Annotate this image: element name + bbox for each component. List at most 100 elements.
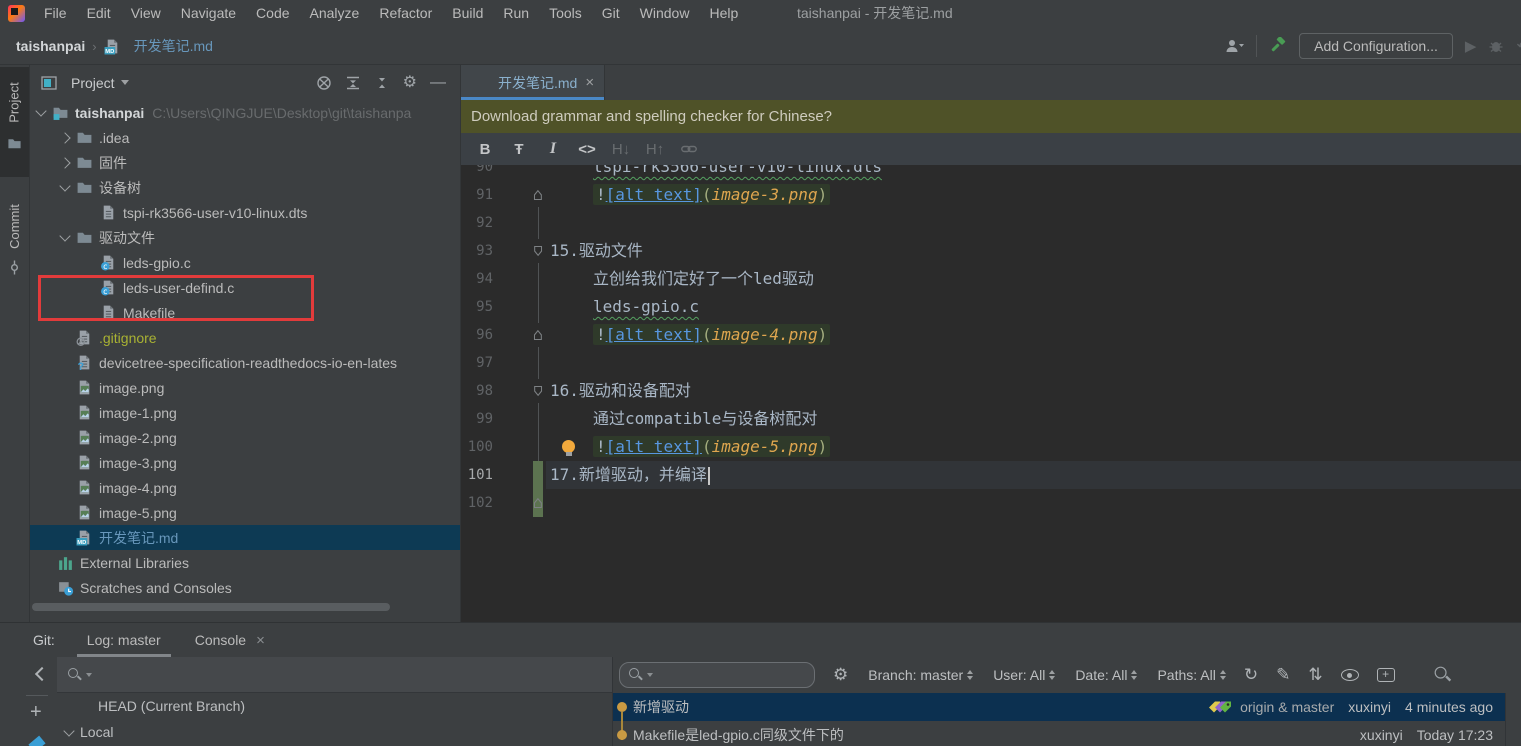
commit-search-field[interactable] bbox=[619, 662, 815, 688]
commit-row[interactable]: 新增驱动origin & masterxuxinyi4 minutes ago bbox=[613, 693, 1505, 721]
filter-user[interactable]: User: All bbox=[993, 667, 1055, 683]
filter-paths[interactable]: Paths: All bbox=[1157, 667, 1225, 683]
chevron-down-icon[interactable] bbox=[35, 105, 46, 116]
tree-item-External Libraries[interactable]: External Libraries bbox=[30, 550, 460, 575]
debug-icon[interactable] bbox=[1488, 38, 1504, 54]
tree-item-.idea[interactable]: .idea bbox=[30, 125, 460, 150]
hide-icon[interactable]: — bbox=[430, 75, 446, 91]
gear-icon[interactable]: ⚙ bbox=[833, 665, 848, 685]
menu-tools[interactable]: Tools bbox=[539, 0, 592, 27]
link-icon[interactable] bbox=[679, 141, 699, 158]
sort-icon[interactable]: ⇅ bbox=[1308, 665, 1322, 685]
strikethrough-icon[interactable]: Ŧ bbox=[509, 141, 529, 158]
markdown-link[interactable]: [alt text] bbox=[606, 325, 702, 344]
tree-item-leds-gpio.c[interactable]: cleds-gpio.c bbox=[30, 250, 460, 275]
tab-close-icon[interactable]: × bbox=[256, 632, 265, 649]
fold-marker-icon[interactable]: ⌂ bbox=[530, 379, 546, 403]
refresh-icon[interactable]: ↻ bbox=[1244, 665, 1258, 685]
expand-all-icon[interactable] bbox=[345, 75, 361, 91]
menu-git[interactable]: Git bbox=[592, 0, 630, 27]
code-text: 17.新增驱动，并编译 bbox=[550, 465, 707, 484]
commit-row[interactable]: Makefile是led-gpio.c同级文件下的xuxinyiToday 17… bbox=[613, 721, 1505, 746]
gear-icon[interactable]: ⚙ bbox=[403, 75, 417, 91]
vertical-scrollbar[interactable] bbox=[1505, 693, 1521, 746]
tree-item-image.png[interactable]: image.png bbox=[30, 375, 460, 400]
tree-item-Scratches and Consoles[interactable]: Scratches and Consoles bbox=[30, 575, 460, 600]
fold-marker-icon[interactable]: ⌂ bbox=[530, 183, 546, 207]
tree-item-固件[interactable]: 固件 bbox=[30, 150, 460, 175]
horizontal-scrollbar[interactable] bbox=[32, 603, 390, 611]
menu-window[interactable]: Window bbox=[630, 0, 700, 27]
chevron-down-icon[interactable] bbox=[63, 725, 74, 736]
tree-item-开发笔记.md[interactable]: MD开发笔记.md bbox=[30, 525, 460, 550]
tree-item-.gitignore[interactable]: .gitignore bbox=[30, 325, 460, 350]
run-icon[interactable]: ▶ bbox=[1465, 37, 1477, 55]
new-log-tab-icon[interactable]: + bbox=[1377, 668, 1395, 682]
tree-item-image-3.png[interactable]: image-3.png bbox=[30, 450, 460, 475]
fold-marker-icon[interactable]: ⌂ bbox=[530, 239, 546, 263]
build-hammer-icon[interactable] bbox=[1269, 37, 1287, 55]
search-icon[interactable] bbox=[1433, 665, 1452, 684]
intention-bulb-icon[interactable] bbox=[562, 440, 575, 453]
menu-view[interactable]: View bbox=[121, 0, 171, 27]
tree-item-tspi-rk3566-user-v10-linux.dts[interactable]: tspi-rk3566-user-v10-linux.dts bbox=[30, 200, 460, 225]
collapse-all-icon[interactable] bbox=[374, 75, 390, 91]
italic-icon[interactable]: I bbox=[543, 140, 563, 158]
menu-run[interactable]: Run bbox=[493, 0, 539, 27]
git-tab-log-master[interactable]: Log: master bbox=[85, 623, 163, 657]
pen-icon[interactable]: ✎ bbox=[1276, 665, 1290, 685]
menu-build[interactable]: Build bbox=[442, 0, 493, 27]
tree-item-设备树[interactable]: 设备树 bbox=[30, 175, 460, 200]
menu-refactor[interactable]: Refactor bbox=[369, 0, 442, 27]
header-down-icon[interactable]: H↓ bbox=[611, 141, 631, 158]
tree-item-taishanpai[interactable]: taishanpaiC:\Users\QINGJUE\Desktop\git\t… bbox=[30, 100, 460, 125]
filter-branch[interactable]: Branch: master bbox=[868, 667, 973, 683]
tab-close-icon[interactable]: × bbox=[585, 74, 594, 91]
stripe-commit-button[interactable]: Commit bbox=[0, 185, 29, 305]
menu-help[interactable]: Help bbox=[699, 0, 748, 27]
breadcrumb-file[interactable]: 开发笔记.md bbox=[134, 36, 213, 56]
markdown-link[interactable]: [alt text] bbox=[606, 185, 702, 204]
filter-date[interactable]: Date: All bbox=[1075, 667, 1137, 683]
chevron-down-icon[interactable] bbox=[59, 180, 70, 191]
chevron-right-icon[interactable] bbox=[59, 132, 70, 143]
locate-icon[interactable] bbox=[316, 75, 332, 91]
tree-item-image-4.png[interactable]: image-4.png bbox=[30, 475, 460, 500]
chevron-down-icon[interactable] bbox=[59, 230, 70, 241]
edit-pen-icon[interactable] bbox=[28, 736, 45, 746]
chevron-right-icon[interactable] bbox=[59, 157, 70, 168]
markdown-link[interactable]: [alt text] bbox=[606, 437, 702, 456]
stripe-project-button[interactable]: Project bbox=[0, 67, 29, 177]
notification-banner[interactable]: Download grammar and spelling checker fo… bbox=[461, 100, 1521, 133]
back-chevron-icon[interactable] bbox=[35, 667, 49, 681]
header-up-icon[interactable]: H↑ bbox=[645, 141, 665, 158]
code-span-icon[interactable]: <> bbox=[577, 141, 597, 158]
menu-file[interactable]: File bbox=[34, 0, 77, 27]
add-configuration-button[interactable]: Add Configuration... bbox=[1299, 33, 1453, 59]
tree-item-image-1.png[interactable]: image-1.png bbox=[30, 400, 460, 425]
bold-icon[interactable]: B bbox=[475, 141, 495, 158]
menu-navigate[interactable]: Navigate bbox=[171, 0, 246, 27]
eye-icon[interactable] bbox=[1341, 669, 1359, 681]
add-icon[interactable]: + bbox=[30, 701, 42, 724]
menu-edit[interactable]: Edit bbox=[77, 0, 121, 27]
project-view-caret-icon[interactable] bbox=[121, 80, 129, 85]
branch-search-field[interactable] bbox=[57, 657, 612, 693]
tree-item-驱动文件[interactable]: 驱动文件 bbox=[30, 225, 460, 250]
tree-item-devicetree-specification-readthedocs-io-en-lates[interactable]: ?devicetree-specification-readthedocs-io… bbox=[30, 350, 460, 375]
fold-marker-icon[interactable]: ⌂ bbox=[530, 491, 546, 515]
profiler-icon[interactable]: ⟲ bbox=[1516, 37, 1521, 55]
git-tab-console[interactable]: Console× bbox=[193, 623, 267, 657]
project-panel-title[interactable]: Project bbox=[71, 75, 115, 91]
branch-row-local[interactable]: Local bbox=[57, 719, 612, 745]
branch-row-head-current-branch-[interactable]: HEAD (Current Branch) bbox=[57, 693, 612, 719]
tree-item-image-2.png[interactable]: image-2.png bbox=[30, 425, 460, 450]
tab-dev-notes[interactable]: 开发笔记.md × bbox=[461, 65, 605, 100]
menu-code[interactable]: Code bbox=[246, 0, 299, 27]
code-editor[interactable]: 90tspi-rk3566-user-v10-linux.dts91⌂![alt… bbox=[461, 165, 1521, 622]
breadcrumb-project[interactable]: taishanpai bbox=[16, 38, 85, 54]
tree-item-image-5.png[interactable]: image-5.png bbox=[30, 500, 460, 525]
menu-analyze[interactable]: Analyze bbox=[300, 0, 370, 27]
fold-marker-icon[interactable]: ⌂ bbox=[530, 323, 546, 347]
user-icon[interactable] bbox=[1224, 38, 1244, 54]
